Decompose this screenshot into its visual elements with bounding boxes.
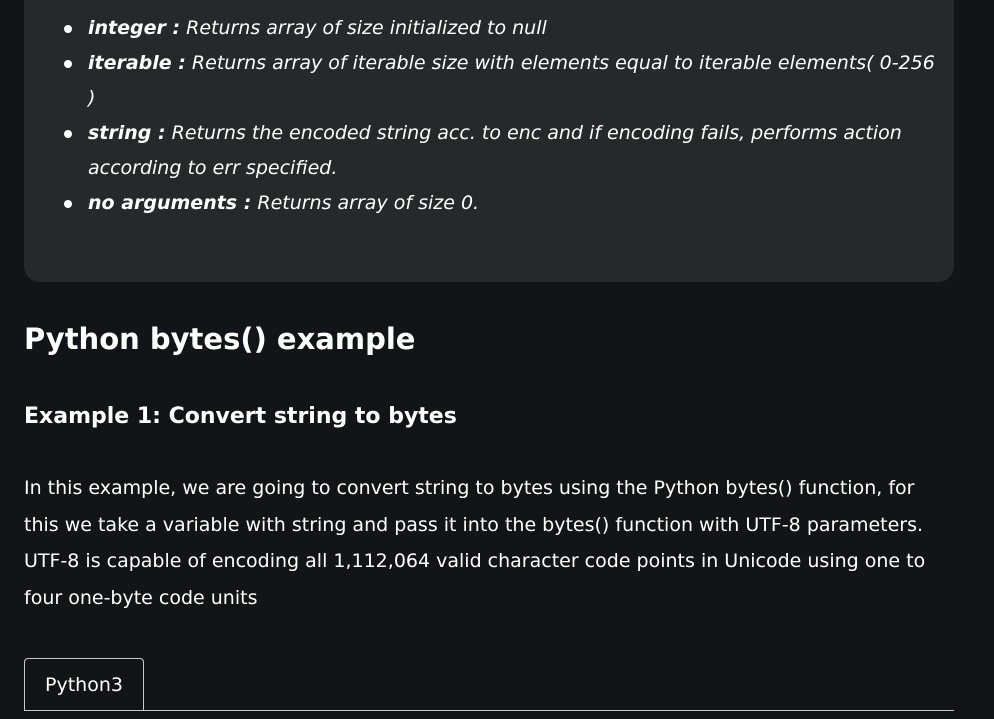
bullet-icon <box>64 60 72 68</box>
list-item: iterable : Returns array of iterable siz… <box>64 46 938 116</box>
list-item-term: iterable : <box>88 52 186 74</box>
code-tabs: Python3 <box>24 658 954 719</box>
example-paragraph: In this example, we are going to convert… <box>24 477 926 609</box>
list-item-description: Returns the encoded string acc. to enc a… <box>88 122 902 179</box>
bullet-icon <box>64 25 72 33</box>
list-item-description: Returns array of iterable size with elem… <box>88 52 935 109</box>
bullet-icon <box>64 130 72 138</box>
list-item: string : Returns the encoded string acc.… <box>64 116 938 186</box>
list-item: no arguments : Returns array of size 0. <box>64 186 938 221</box>
list-item-term: no arguments : <box>88 192 252 214</box>
list-item-description: Returns array of size 0. <box>251 192 480 214</box>
bullet-icon <box>64 200 72 208</box>
tab-python3[interactable]: Python3 <box>24 658 144 710</box>
list-item-description: Returns array of size initialized to nul… <box>180 17 547 39</box>
article-page: integer : Returns array of size initiali… <box>0 0 994 719</box>
list-item: integer : Returns array of size initiali… <box>64 11 938 46</box>
section-title: Python bytes() example <box>24 322 416 356</box>
return-values-list: integer : Returns array of size initiali… <box>64 11 938 221</box>
list-item-term: string : <box>88 122 166 144</box>
code-tab-divider <box>24 710 954 711</box>
list-item-term: integer : <box>88 17 181 39</box>
example-title: Example 1: Convert string to bytes <box>24 404 457 429</box>
